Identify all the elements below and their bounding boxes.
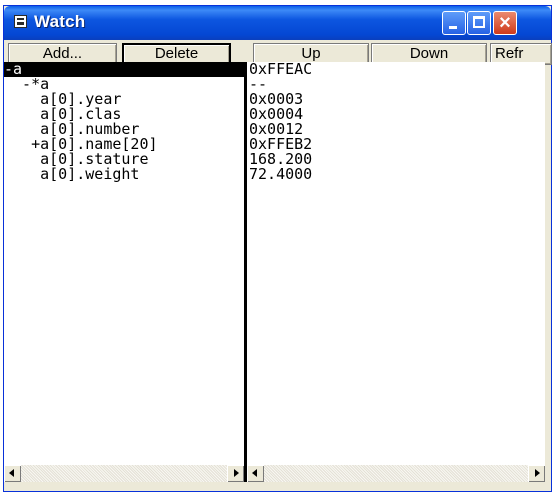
scroll-right-button[interactable] — [227, 465, 244, 482]
watch-row-weight[interactable]: a[0].weight — [4, 167, 244, 182]
minimize-button[interactable] — [442, 11, 466, 35]
arrow-right-icon — [234, 469, 239, 477]
watch-values-pane[interactable]: 0xFFEAC -- 0x0003 0x0004 0x0012 0xFFEB2 … — [247, 62, 545, 465]
scroll-track[interactable] — [264, 465, 528, 482]
arrow-left-icon — [252, 469, 257, 477]
minimize-icon — [449, 26, 457, 29]
title-bar[interactable]: Watch × — [4, 6, 551, 40]
watch-names-pane[interactable]: -a -*a a[0].year a[0].clas a[0].number +… — [4, 62, 244, 465]
scroll-track[interactable] — [21, 465, 227, 482]
values-horizontal-scrollbar[interactable] — [247, 465, 545, 482]
close-button[interactable]: × — [493, 11, 517, 35]
window-app-icon[interactable] — [14, 15, 27, 28]
names-horizontal-scrollbar[interactable] — [4, 465, 244, 482]
maximize-icon — [473, 16, 485, 28]
arrow-right-icon — [535, 469, 540, 477]
watch-value-row[interactable]: 0xFFEAC — [247, 62, 545, 77]
watch-value: 72.4000 — [249, 165, 313, 183]
window-title: Watch — [34, 12, 86, 31]
maximize-button[interactable] — [467, 11, 491, 35]
watch-name: a[0].weight — [4, 165, 140, 183]
scroll-right-button[interactable] — [528, 465, 545, 482]
scroll-left-button[interactable] — [4, 465, 21, 482]
close-icon: × — [499, 12, 511, 34]
scroll-left-button[interactable] — [247, 465, 264, 482]
arrow-left-icon — [9, 469, 14, 477]
watch-value-row[interactable]: 72.4000 — [247, 167, 545, 182]
